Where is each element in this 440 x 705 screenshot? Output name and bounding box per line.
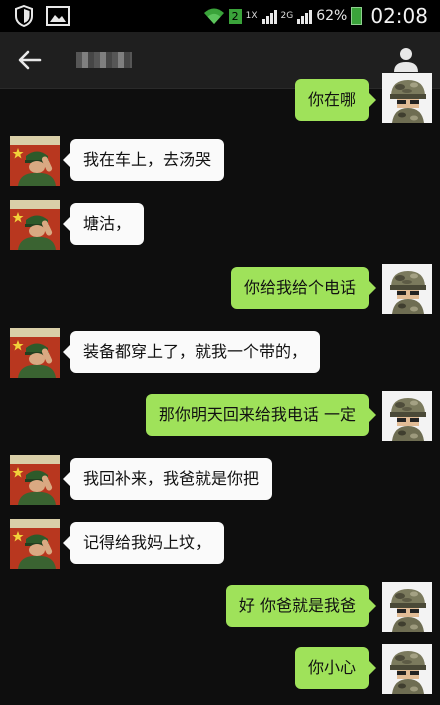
message-row: 好 你爸就是我爸 [0, 582, 440, 634]
my-avatar[interactable] [382, 391, 432, 441]
message-bubble-incoming[interactable]: 我在车上，去汤哭 [62, 139, 225, 181]
message-row: 你在哪 [0, 79, 440, 129]
contact-avatar[interactable] [10, 519, 60, 569]
my-avatar[interactable] [382, 644, 432, 694]
arrow-left-icon[interactable] [16, 46, 44, 74]
contact-avatar[interactable] [10, 200, 60, 250]
message-row: 你给我给个电话 [0, 264, 440, 316]
contact-avatar[interactable] [10, 455, 60, 505]
signal-1-icon [261, 8, 277, 24]
status-left [14, 5, 70, 27]
message-row: 我在车上，去汤哭 [0, 136, 440, 188]
signal-2-icon [297, 8, 313, 24]
image-icon [46, 6, 70, 26]
clock: 02:08 [370, 4, 428, 28]
message-bubble-outgoing[interactable]: 那你明天回来给我电话 一定 [145, 394, 377, 436]
status-bar: 2 1X 2G 62% 02:08 [0, 0, 440, 32]
message-row: 装备都穿上了，就我一个带的， [0, 328, 440, 380]
status-right: 2 1X 2G 62% 02:08 [203, 4, 428, 28]
message-bubble-outgoing[interactable]: 好 你爸就是我爸 [225, 585, 377, 627]
message-bubble-outgoing[interactable]: 你给我给个电话 [230, 267, 377, 309]
contact-name-blurred [76, 52, 132, 68]
message-bubble-incoming[interactable]: 记得给我妈上坟， [62, 522, 225, 564]
message-row: 记得给我妈上坟， [0, 519, 440, 571]
message-bubble-incoming[interactable]: 我回补来，我爸就是你把 [62, 458, 273, 500]
message-row: 你小心 [0, 644, 440, 696]
message-bubble-incoming[interactable]: 装备都穿上了，就我一个带的， [62, 331, 321, 373]
person-icon[interactable] [392, 45, 420, 73]
message-list[interactable]: 你在哪 我在车上，去汤哭 塘沽， 你给我给个电话 装备都穿上了，就我一个带的， … [0, 89, 440, 705]
message-row: 那你明天回来给我电话 一定 [0, 391, 440, 443]
contact-avatar[interactable] [10, 136, 60, 186]
battery-icon [351, 7, 363, 25]
my-avatar[interactable] [382, 264, 432, 314]
message-bubble-outgoing[interactable]: 你小心 [294, 647, 377, 689]
contact-avatar[interactable] [10, 328, 60, 378]
sim-slot-badge: 2 [228, 8, 242, 24]
message-bubble-outgoing[interactable]: 你在哪 [294, 79, 377, 121]
battery-percent: 62% [316, 8, 348, 24]
my-avatar[interactable] [382, 73, 432, 123]
network-type-1: 1X [245, 11, 258, 21]
shield-icon [15, 5, 33, 27]
message-bubble-incoming[interactable]: 塘沽， [62, 203, 145, 245]
wifi-icon [203, 8, 224, 24]
message-row: 我回补来，我爸就是你把 [0, 455, 440, 507]
message-row: 塘沽， [0, 200, 440, 252]
my-avatar[interactable] [382, 582, 432, 632]
network-type-2: 2G [280, 11, 294, 21]
